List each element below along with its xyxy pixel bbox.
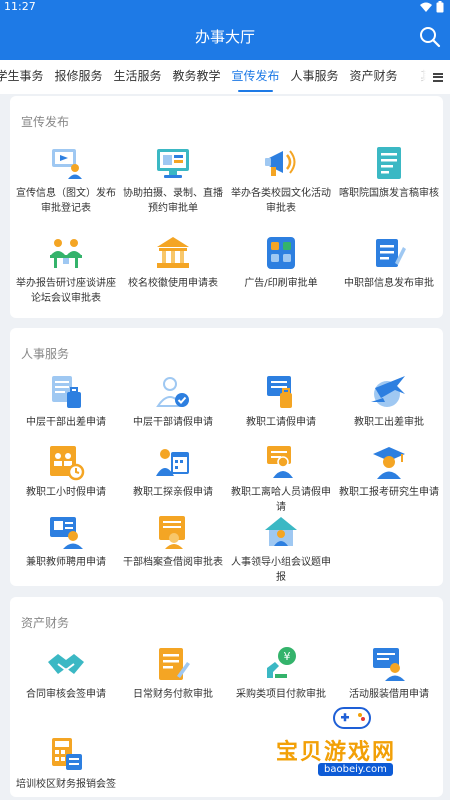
building-icon [157,237,189,268]
svg-text:¥: ¥ [284,650,291,663]
tab-0[interactable]: 学生事务 [0,60,49,94]
service-item[interactable]: 喀职院国旗发言稿审核 [335,143,443,201]
service-item-label: 教职工请假申请 [246,417,316,428]
tab-5[interactable]: 人事服务 [285,60,344,94]
status-time: 11:27 [4,0,36,13]
service-item[interactable]: 培训校区财务报销会签 [12,734,120,792]
service-item-label: 教职工报考研究生申请 [339,487,439,498]
monitor-person-icon [52,149,82,179]
service-item-label: 协助拍摄、录制、直播预约审批单 [123,188,223,214]
apps-icon [267,237,295,269]
service-item[interactable]: 合同审核会签申请 [12,644,120,702]
service-item-label: 教职工探亲假申请 [133,487,213,498]
service-item[interactable]: 教职工报考研究生申请 [335,442,443,500]
team-clock-icon [50,446,85,481]
handshake-icon [48,654,84,674]
service-item[interactable]: 兼职教师聘用申请 [12,512,120,570]
section-card-hr: 人事服务 中层干部出差申请 中层干部请假申请 教职工请假申请 教职工出差审批教职工小时… [10,328,443,586]
yuan-plug-icon: ¥ [267,647,296,678]
person-pass-icon [267,446,293,478]
service-item[interactable]: 干部档案查借阅审批表 [119,512,227,570]
meeting-icon [50,239,82,268]
service-item-label: 教职工出差审批 [354,417,424,428]
service-item[interactable]: 校名校徽使用申请表 [119,233,227,291]
person-card-icon [50,517,83,549]
service-item[interactable]: 举办各类校园文化活动审批表 [227,143,335,216]
tab-1[interactable]: 报修服务 [49,60,108,94]
service-item[interactable]: 活动服装借用申请 [335,644,443,702]
service-item[interactable]: 教职工出差审批 [335,372,443,430]
service-item[interactable]: ¥ 采购类项目付款审批 [227,644,335,702]
person-check-icon [156,377,189,407]
section-card-finance: 资产财务 合同审核会签申请 日常财务付款审批 ¥ 采购类项目付款审批 活动服装借用申请培… [10,597,443,797]
service-item[interactable]: 宣传信息（图文）发布审批登记表 [12,143,120,216]
search-icon[interactable] [418,25,442,49]
service-item-label: 合同审核会签申请 [26,689,106,700]
service-item-label: 教职工离哈人员请假申请 [231,487,331,513]
status-bar: 11:27 [0,0,450,14]
tab-menu-button[interactable] [426,60,450,94]
service-item[interactable]: 教职工请假申请 [227,372,335,430]
service-item-label: 中层干部请假申请 [133,417,213,428]
megaphone-icon [265,150,296,176]
screen-presentation-icon [157,149,189,178]
service-item[interactable]: 教职工离哈人员请假申请 [227,442,335,515]
service-item[interactable]: 举办报告研讨座谈讲座论坛会议审批表 [12,233,120,306]
graduate-icon [373,447,405,479]
person-doc-icon [373,648,405,681]
page-title: 办事大厅 [194,28,255,46]
person-calendar-icon [156,449,189,476]
service-item-label: 宣传信息（图文）发布审批登记表 [16,188,116,214]
service-item-label: 举办报告研讨座谈讲座论坛会议审批表 [16,278,116,304]
section-title: 资产财务 [21,616,70,630]
service-item-label: 校名校徽使用申请表 [128,278,218,289]
service-item-label: 举办各类校园文化活动审批表 [231,188,331,214]
archive-icon [159,516,185,549]
edit-document-icon [376,239,406,267]
calculator-icon [52,738,82,770]
service-item-label: 培训校区财务报销会签 [16,779,116,790]
service-item[interactable]: 协助拍摄、录制、直播预约审批单 [119,143,227,216]
service-item-label: 人事领导小组会议题申报 [231,557,331,583]
luggage-doc-icon [52,376,81,408]
app-header: 办事大厅 [0,14,450,60]
service-item-label: 干部档案查借阅审批表 [123,557,223,568]
service-item-label: 日常财务付款审批 [133,689,213,700]
section-title: 宣传发布 [21,115,70,129]
service-item[interactable]: 中层干部出差申请 [12,372,120,430]
service-item-label: 中层干部出差申请 [26,417,106,428]
section-card-publicity: 宣传发布 宣传信息（图文）发布审批登记表 协助拍摄、录制、直播预约审批单 举办各类校… [10,96,443,318]
service-item[interactable]: 日常财务付款审批 [119,644,227,702]
globe-plane-icon [371,376,405,407]
menu-icon [433,71,443,83]
service-item[interactable]: 教职工探亲假申请 [119,442,227,500]
service-item[interactable]: 中职部信息发布审批 [335,233,443,291]
tab-4[interactable]: 宣传发布 [226,60,285,94]
wifi-icon [420,2,432,12]
status-icons [420,1,444,13]
payment-doc-icon [159,648,190,680]
service-item-label: 采购类项目付款审批 [236,689,326,700]
category-tab-bar: 学生事务报修服务生活服务教务教学宣传发布人事服务资产财务其他 [0,60,450,94]
service-item[interactable]: 中层干部请假申请 [119,372,227,430]
section-title: 人事服务 [21,347,70,361]
service-item[interactable]: 人事领导小组会议题申报 [227,512,335,585]
service-item-label: 兼职教师聘用申请 [26,557,106,568]
tab-2[interactable]: 生活服务 [108,60,167,94]
house-person-icon [265,517,297,546]
service-item[interactable]: 广告/印刷审批单 [227,233,335,291]
service-item-label: 教职工小时假申请 [26,487,106,498]
tab-3[interactable]: 教务教学 [167,60,226,94]
tab-6[interactable]: 资产财务 [344,60,403,94]
service-item[interactable]: 教职工小时假申请 [12,442,120,500]
battery-icon [436,1,444,13]
service-item-label: 喀职院国旗发言稿审核 [339,188,439,199]
service-item-label: 活动服装借用申请 [349,689,429,700]
service-item-label: 广告/印刷审批单 [244,278,318,289]
doc-luggage-icon [267,376,292,408]
document-icon [377,147,401,179]
service-item-label: 中职部信息发布审批 [344,278,434,289]
